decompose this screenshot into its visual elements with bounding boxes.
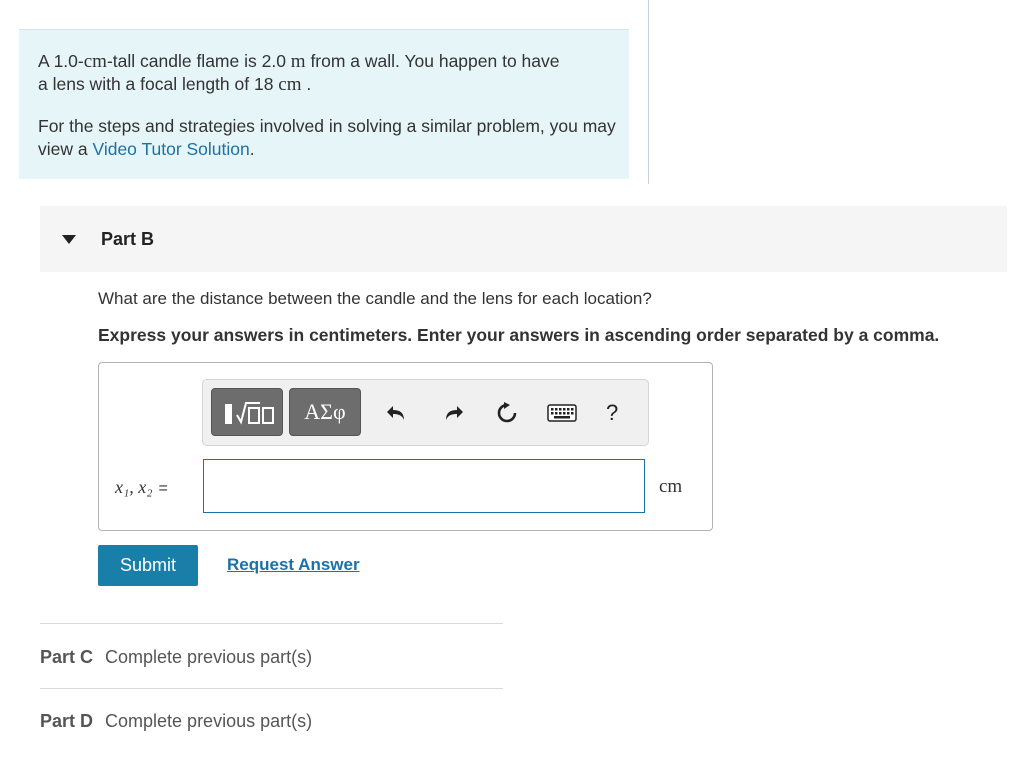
answer-input[interactable]	[203, 459, 645, 513]
problem-intro: A 1.0-cm-tall candle flame is 2.0 m from…	[19, 29, 629, 179]
part-c-label: Part C	[40, 647, 94, 667]
unit-label: cm	[659, 476, 683, 497]
part-b-header[interactable]: Part B	[40, 206, 1007, 272]
part-c-status: Complete previous part(s)	[105, 647, 313, 667]
templates-icon	[225, 402, 274, 425]
strategy-text: For the steps and strategies involved in…	[38, 116, 616, 159]
greek-symbols-button[interactable]: ΑΣφ	[289, 388, 361, 436]
divider	[40, 623, 503, 624]
templates-button[interactable]	[211, 388, 283, 436]
help-icon[interactable]: ?	[606, 399, 618, 427]
part-b-title: Part B	[101, 229, 155, 249]
collapse-caret-icon[interactable]	[62, 235, 76, 244]
keyboard-icon[interactable]	[547, 399, 577, 427]
part-c-row: Part C Complete previous part(s)	[40, 647, 312, 668]
math-toolbar: ΑΣφ ?	[202, 379, 649, 446]
part-d-row: Part D Complete previous part(s)	[40, 711, 312, 732]
part-d-label: Part D	[40, 711, 94, 731]
divider	[40, 688, 503, 689]
part-d-status: Complete previous part(s)	[105, 711, 313, 731]
undo-icon[interactable]	[383, 399, 411, 427]
reset-icon[interactable]	[493, 399, 521, 427]
instruction-text: Express your answers in centimeters. Ent…	[98, 325, 940, 345]
variable-label: x₁, x₂ =	[115, 477, 168, 497]
video-tutor-link[interactable]: Video Tutor Solution	[92, 139, 249, 159]
question-text: What are the distance between the candle…	[98, 289, 652, 308]
divider-line	[648, 0, 649, 184]
redo-icon[interactable]	[439, 399, 467, 427]
problem-statement: A 1.0-cm-tall candle flame is 2.0 m from…	[38, 51, 560, 95]
submit-button[interactable]: Submit	[98, 545, 198, 586]
answer-box: ΑΣφ ? x₁, x₂ = cm	[98, 362, 713, 531]
request-answer-link[interactable]: Request Answer	[227, 555, 360, 575]
